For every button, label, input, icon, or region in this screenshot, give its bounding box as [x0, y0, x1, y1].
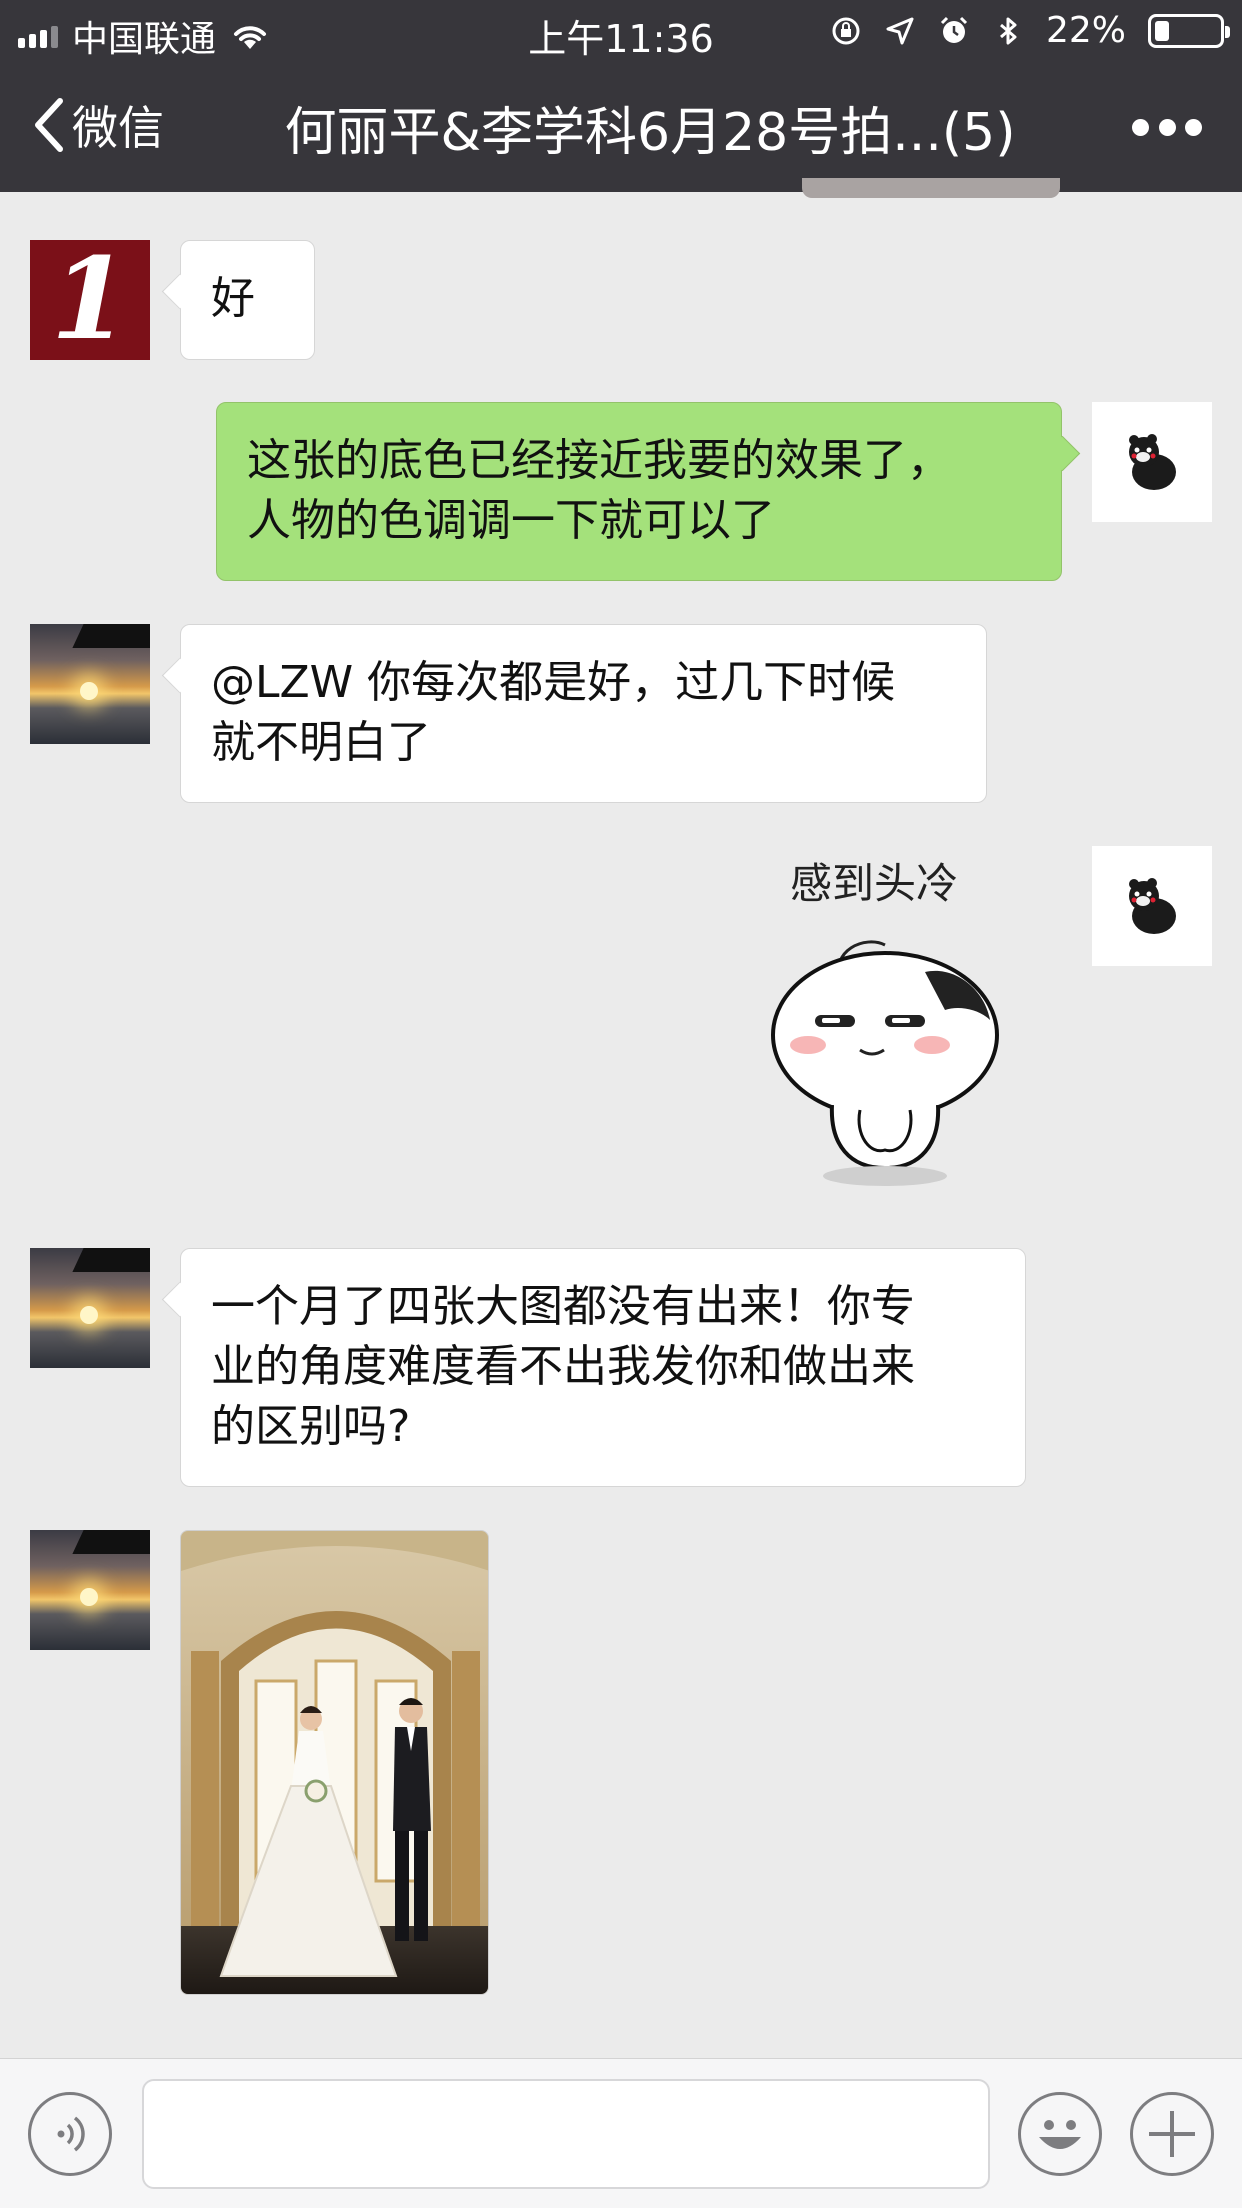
- avatar[interactable]: [30, 624, 150, 744]
- bluetooth-icon: [1000, 17, 1017, 44]
- bear-avatar-icon: [1129, 878, 1176, 934]
- avatar[interactable]: [30, 1248, 150, 1368]
- nav-bar: 微信 何丽平&李学科6月28号拍...(5): [0, 62, 1242, 192]
- bear-avatar-icon: [1129, 434, 1176, 490]
- more-icon: [1132, 118, 1149, 136]
- message-line: 业的角度难度看不出我发你和做出来: [211, 1341, 915, 1392]
- previous-message-edge: [802, 178, 1060, 198]
- avatar[interactable]: 1: [30, 240, 150, 360]
- message-bubble[interactable]: @LZW 你每次都是好，过几下时候 就不明白了: [180, 624, 987, 803]
- message-bubble[interactable]: 这张的底色已经接近我要的效果了， 人物的色调调一下就可以了: [216, 402, 1062, 581]
- chat-title: 何丽平&李学科6月28号拍...(5): [284, 103, 1016, 163]
- input-bar: [0, 2058, 1242, 2208]
- chevron-left-icon: [35, 98, 63, 152]
- avatar-self[interactable]: [1092, 402, 1212, 522]
- image-message[interactable]: [180, 1530, 489, 1995]
- top-bar: 中国联通 上午11:36 22% 微信 何丽平&李学科6月28号拍...(5): [0, 0, 1242, 192]
- message-line: 这张的底色已经接近我要的效果了，: [247, 435, 951, 486]
- wedding-photo-image: [181, 1531, 488, 1994]
- status-bar: 中国联通 上午11:36 22%: [0, 0, 1242, 62]
- message-text: 好: [211, 273, 255, 324]
- avatar-logo-text: 1: [51, 240, 129, 360]
- voice-icon: [57, 2116, 85, 2152]
- back-label: 微信: [72, 101, 164, 155]
- message-line: 就不明白了: [211, 717, 431, 768]
- alarm-icon: [940, 16, 968, 43]
- emoji-button[interactable]: [1018, 2092, 1102, 2176]
- battery-percent: 22%: [1045, 10, 1126, 51]
- more-button[interactable]: [1132, 102, 1202, 152]
- plus-button[interactable]: [1130, 2092, 1214, 2176]
- sticker-caption: 感到头冷: [790, 859, 959, 908]
- plus-icon: [1149, 2111, 1195, 2157]
- message-bubble[interactable]: 一个月了四张大图都没有出来！你专 业的角度难度看不出我发你和做出来 的区别吗?: [180, 1248, 1026, 1487]
- message-line: 人物的色调调一下就可以了: [247, 495, 775, 546]
- battery-icon: [1148, 13, 1230, 48]
- message-bubble[interactable]: 好: [180, 240, 315, 360]
- voice-button[interactable]: [28, 2092, 112, 2176]
- location-icon: [886, 17, 914, 44]
- message-input[interactable]: [142, 2079, 990, 2189]
- avatar-self[interactable]: [1092, 846, 1212, 966]
- message-line: 的区别吗?: [211, 1401, 411, 1452]
- sticker-character-icon: [771, 940, 999, 1186]
- message-line: 一个月了四张大图都没有出来！你专: [211, 1281, 915, 1332]
- avatar[interactable]: [30, 1530, 150, 1650]
- sticker-message[interactable]: 感到头冷: [760, 850, 1010, 1190]
- orientation-lock-icon: [832, 17, 860, 44]
- message-line: @LZW 你每次都是好，过几下时候: [211, 657, 896, 708]
- back-button[interactable]: 微信: [30, 92, 164, 158]
- emoji-icon: [1039, 2120, 1081, 2149]
